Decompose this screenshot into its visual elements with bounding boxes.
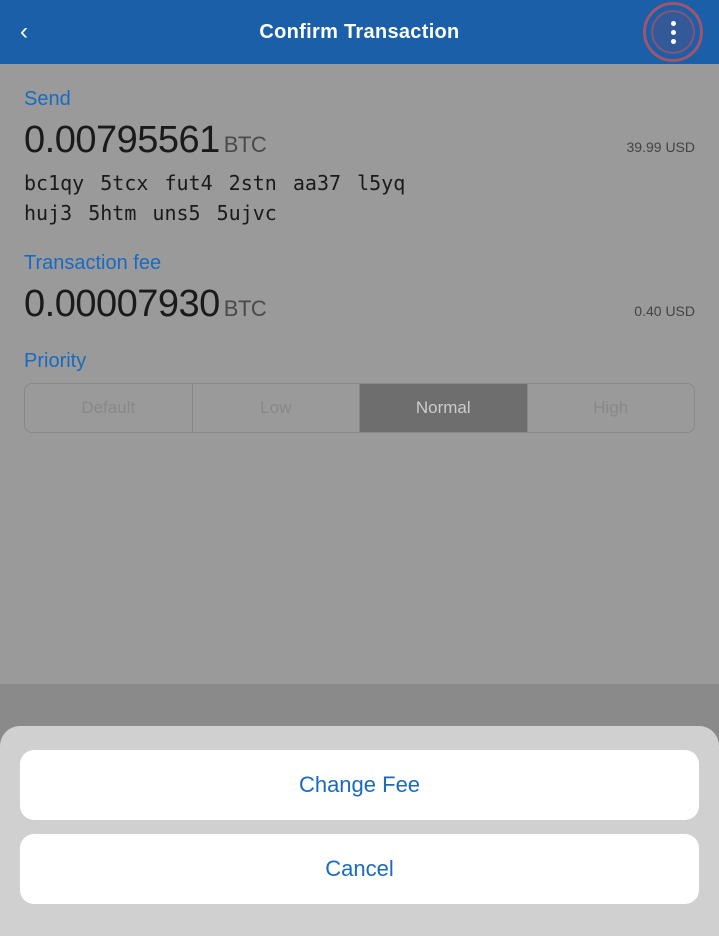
priority-section: Priority Default Low Normal High: [24, 350, 695, 433]
change-fee-button[interactable]: Change Fee: [20, 750, 699, 820]
send-label: Send: [24, 88, 695, 111]
send-section: Send 0.00795561BTC 39.99 USD bc1qy 5tcx …: [24, 88, 695, 228]
header: ‹ Confirm Transaction: [0, 0, 719, 64]
main-content: Send 0.00795561BTC 39.99 USD bc1qy 5tcx …: [0, 64, 719, 684]
fee-amount-value: 0.00007930: [24, 283, 220, 325]
send-usd-value: 39.99 USD: [627, 139, 696, 155]
menu-button[interactable]: [651, 10, 695, 54]
address-line-2: huj3 5htm uns5 5ujvc: [24, 198, 695, 228]
fee-currency: BTC: [224, 296, 267, 321]
fee-label: Transaction fee: [24, 252, 695, 275]
header-menu: [643, 2, 703, 62]
dot-2: [671, 30, 676, 35]
cancel-button[interactable]: Cancel: [20, 834, 699, 904]
menu-highlight-ring: [643, 2, 703, 62]
dot-3: [671, 39, 676, 44]
fee-amount-row: 0.00007930BTC 0.40 USD: [24, 283, 695, 326]
fee-usd-value: 0.40 USD: [634, 303, 695, 319]
priority-button-group: Default Low Normal High: [24, 383, 695, 433]
send-amount-row: 0.00795561BTC 39.99 USD: [24, 119, 695, 162]
send-address: bc1qy 5tcx fut4 2stn aa37 l5yq huj3 5htm…: [24, 168, 695, 228]
bottom-sheet: Change Fee Cancel: [0, 726, 719, 936]
send-amount: 0.00795561BTC: [24, 119, 266, 162]
priority-low-button[interactable]: Low: [193, 384, 361, 432]
address-line-1: bc1qy 5tcx fut4 2stn aa37 l5yq: [24, 168, 695, 198]
priority-label: Priority: [24, 350, 695, 373]
priority-normal-button[interactable]: Normal: [360, 384, 528, 432]
fee-section: Transaction fee 0.00007930BTC 0.40 USD: [24, 252, 695, 326]
priority-default-button[interactable]: Default: [25, 384, 193, 432]
back-button[interactable]: ‹: [20, 18, 28, 46]
page-title: Confirm Transaction: [259, 21, 459, 44]
three-dots-icon: [671, 21, 676, 44]
dot-1: [671, 21, 676, 26]
priority-high-button[interactable]: High: [528, 384, 695, 432]
fee-amount: 0.00007930BTC: [24, 283, 266, 326]
send-amount-value: 0.00795561: [24, 119, 220, 161]
send-currency: BTC: [224, 132, 267, 157]
